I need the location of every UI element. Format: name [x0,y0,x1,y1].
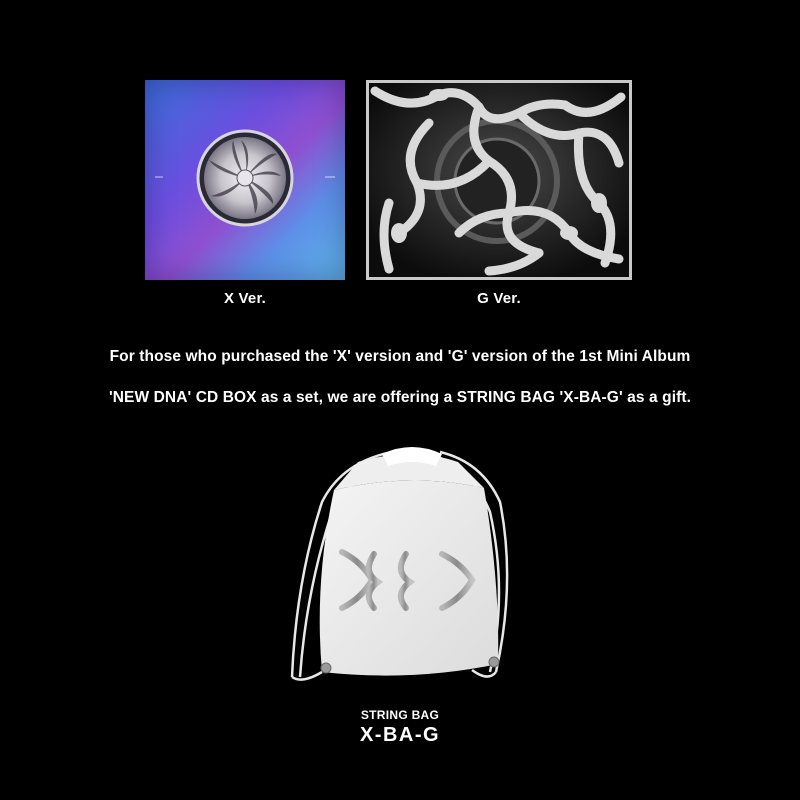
x-version-emblem [196,129,294,227]
gift-name: X-BA-G [359,724,441,746]
g-version-caption: G Ver. [477,290,521,307]
description-line-2: 'NEW DNA' CD BOX as a set, we are offeri… [108,389,692,406]
string-bag-image [290,447,509,681]
g-version-emblem [369,83,629,277]
x-version-album-image [145,80,345,280]
g-version-album-image [366,80,632,280]
x-version-caption: X Ver. [223,290,267,307]
gift-label: STRING BAG [360,708,440,722]
description-line-1: For those who purchased the 'X' version … [109,348,691,365]
